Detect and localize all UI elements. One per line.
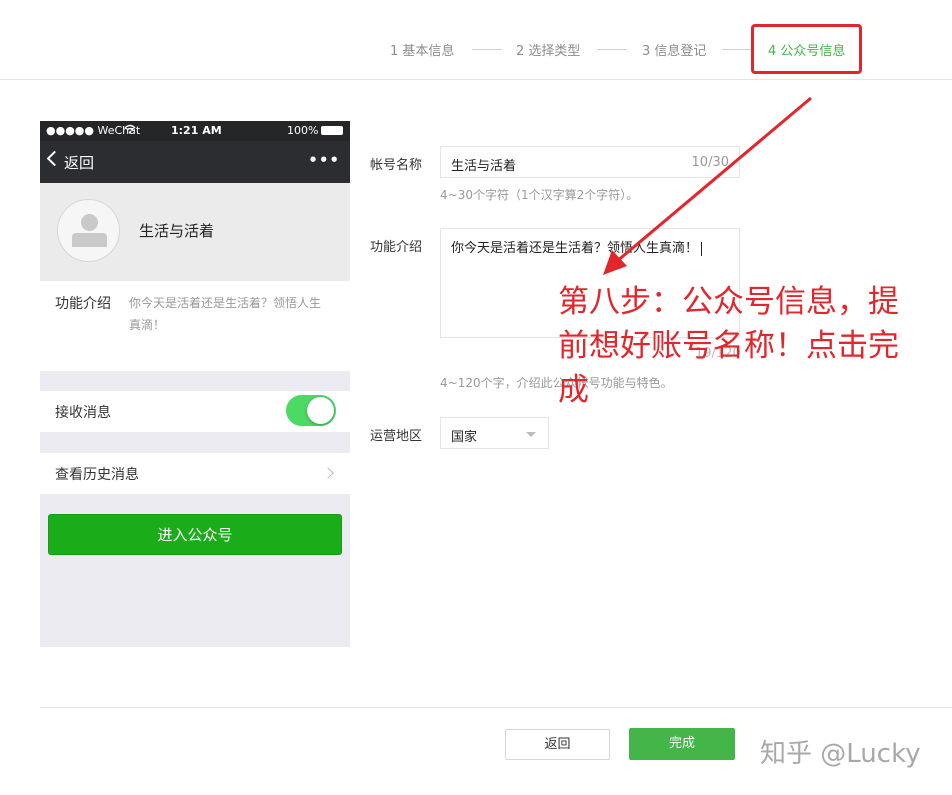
account-name-hint: 4~30个字符（1个汉字算2个字符）。 <box>440 188 639 202</box>
footer-divider <box>40 707 952 708</box>
battery-icon <box>321 126 343 135</box>
watermark: 知乎 @Lucky <box>760 739 921 769</box>
avatar-head-shape <box>81 214 98 231</box>
avatar <box>57 199 120 262</box>
status-time: 1:21 AM <box>171 124 222 137</box>
step-2: 2 选择类型 <box>516 44 581 59</box>
intro-textarea-value: 你今天是活着还是生活着？领悟人生真滴！ <box>451 237 703 256</box>
text-caret <box>701 241 703 256</box>
toggle-knob <box>307 397 334 424</box>
receive-messages-row: 接收消息 <box>40 391 350 432</box>
profile-header: 生活与活着 <box>40 183 350 281</box>
intro-field-label: 功能介绍 <box>370 240 423 255</box>
battery-label: 100% <box>287 124 319 137</box>
region-label: 运营地区 <box>370 429 423 444</box>
intro-text: 你今天是活着还是生活着？领悟人生真滴！ <box>129 296 322 332</box>
enter-account-button[interactable]: 进入公众号 <box>48 514 342 555</box>
annotation-text: 第八步：公众号信息，提前想好账号名称！点击完成 <box>558 284 899 408</box>
done-button[interactable]: 完成 <box>629 728 735 760</box>
back-chevron-icon[interactable] <box>46 150 63 167</box>
more-icon[interactable]: ••• <box>308 151 340 169</box>
phone-preview: ●●●●● WeChat 1:21 AM 100% 返回 ••• 生活与活着 功… <box>40 121 350 647</box>
step-3: 3 信息登记 <box>642 44 707 59</box>
intro-label: 功能介绍 <box>55 296 111 312</box>
step-divider <box>597 49 627 50</box>
region-select[interactable]: 国家 <box>440 417 549 449</box>
step-divider <box>472 49 502 50</box>
region-value: 国家 <box>451 430 478 445</box>
chevron-right-icon <box>322 467 334 479</box>
avatar-body-shape <box>72 233 107 247</box>
nav-bar: 返回 ••• <box>40 141 350 183</box>
profile-name: 生活与活着 <box>139 222 215 240</box>
history-messages-row[interactable]: 查看历史消息 <box>40 453 350 494</box>
nav-back-label[interactable]: 返回 <box>64 152 94 173</box>
account-name-input[interactable]: 生活与活着 10/30 <box>440 146 740 178</box>
intro-block: 功能介绍 你今天是活着还是生活着？领悟人生真滴！ <box>40 281 350 371</box>
back-button[interactable]: 返回 <box>505 729 610 760</box>
wifi-icon <box>124 124 136 137</box>
annotation-highlight-box <box>751 24 862 74</box>
receive-messages-label: 接收消息 <box>55 405 111 421</box>
status-bar: ●●●●● WeChat 1:21 AM 100% <box>40 121 350 141</box>
history-messages-label: 查看历史消息 <box>55 467 139 483</box>
chevron-down-icon <box>526 432 536 437</box>
account-name-count: 10/30 <box>691 155 729 170</box>
receive-messages-toggle[interactable] <box>286 395 336 426</box>
account-name-value: 生活与活着 <box>451 159 517 174</box>
step-divider <box>722 49 752 50</box>
step-1: 1 基本信息 <box>390 44 455 59</box>
intro-textarea-text: 你今天是活着还是生活着？领悟人生真滴！ <box>451 241 699 256</box>
account-name-label: 帐号名称 <box>370 158 423 173</box>
